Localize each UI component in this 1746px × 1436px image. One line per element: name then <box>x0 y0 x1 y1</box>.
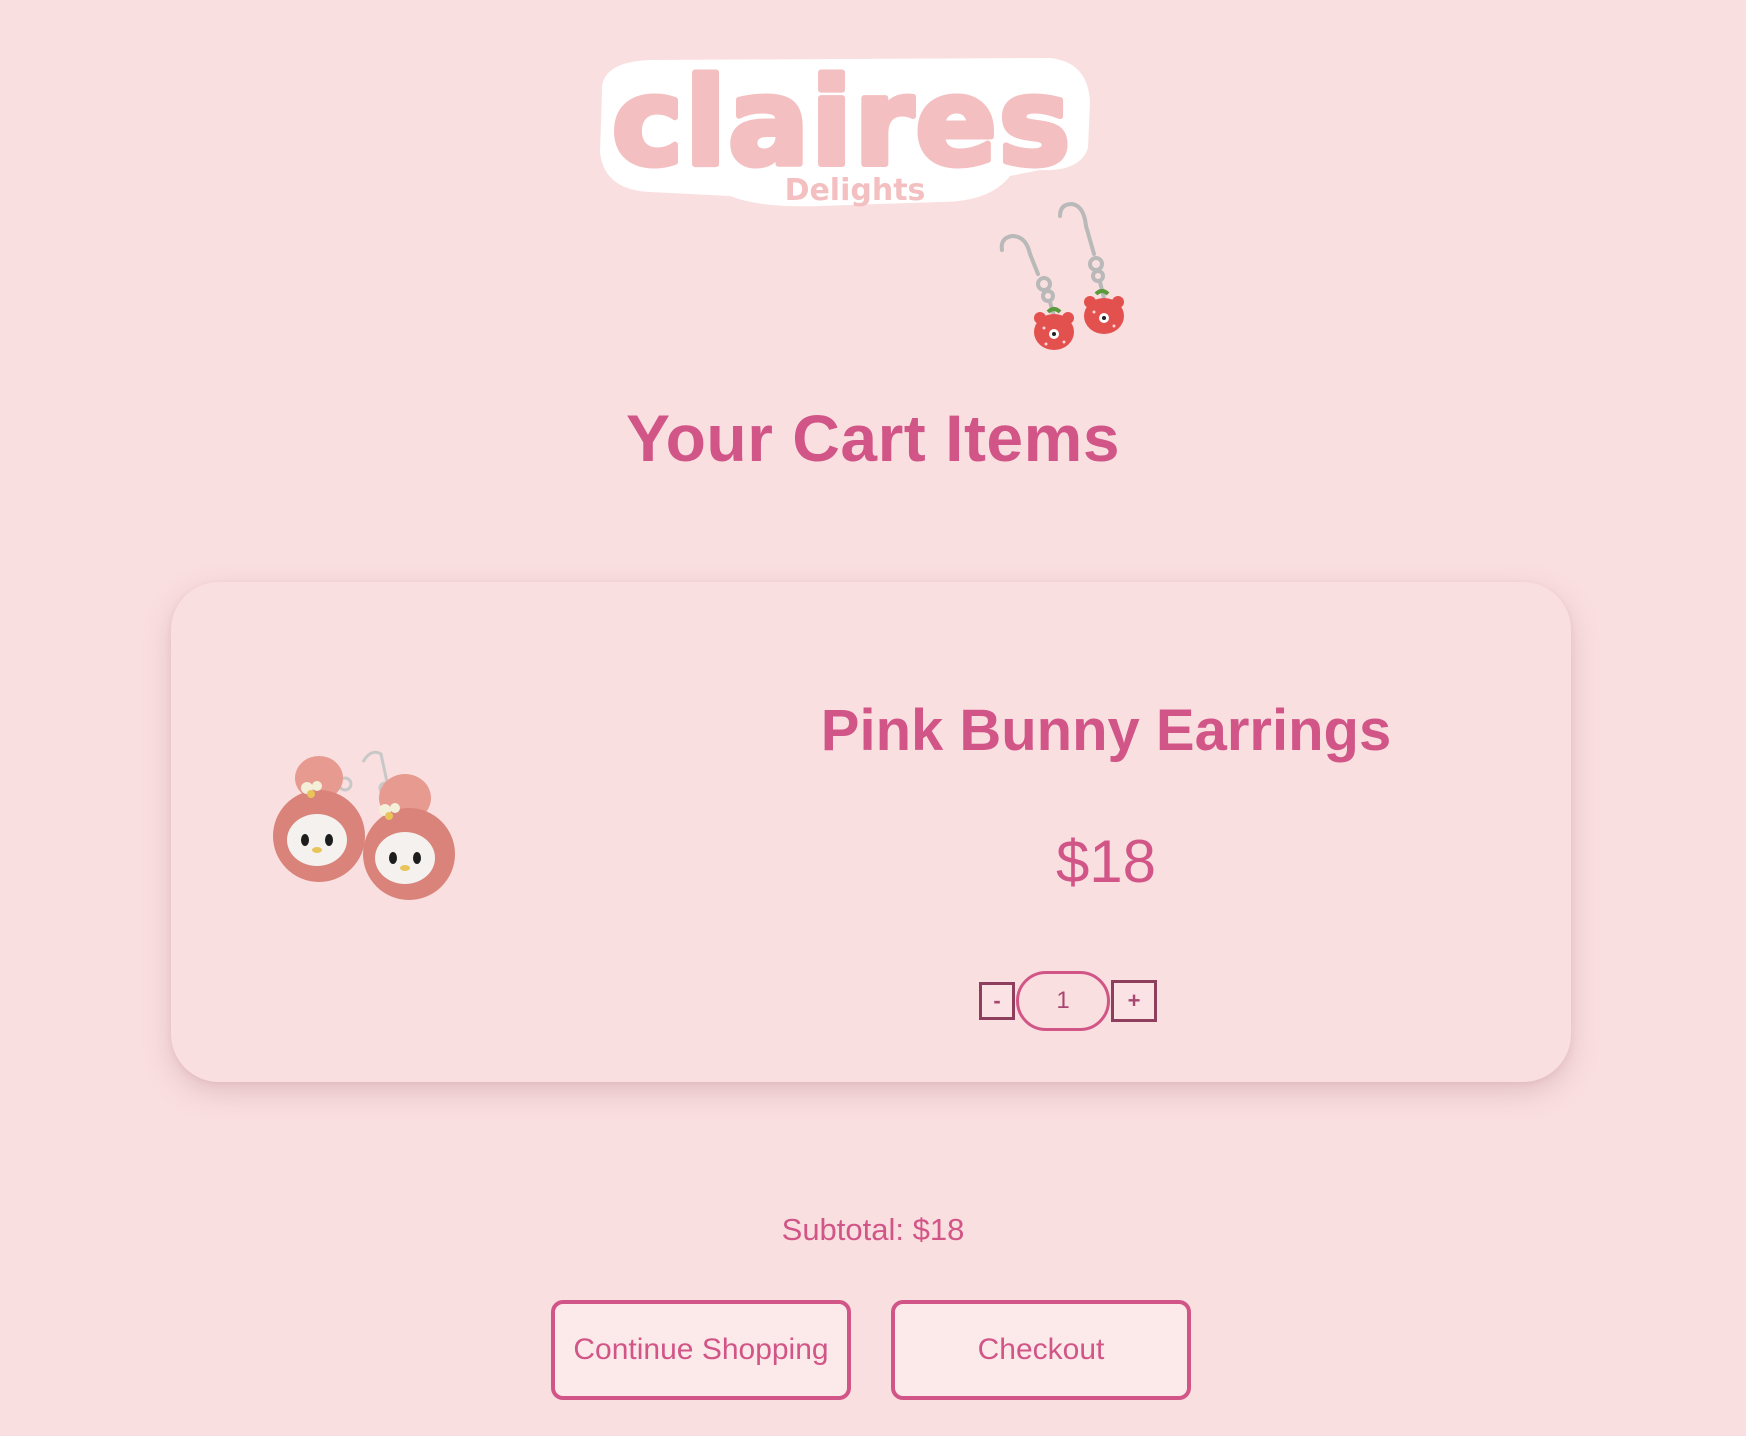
continue-shopping-button[interactable]: Continue Shopping <box>551 1300 851 1400</box>
subtotal-text: Subtotal: $18 <box>781 1212 965 1247</box>
cart-actions: Continue Shopping Checkout <box>551 1300 1191 1400</box>
cart-item-card: Pink Bunny Earrings $18 - + <box>171 582 1571 1082</box>
product-price: $18 <box>1055 828 1157 895</box>
quantity-input[interactable] <box>1016 971 1110 1031</box>
product-name: Pink Bunny Earrings <box>820 698 1392 763</box>
quantity-stepper: - + <box>979 970 1157 1032</box>
pink-bunny-earrings-icon[interactable] <box>263 742 463 902</box>
strawberry-bear-earrings-icon <box>999 201 1124 350</box>
decrement-button[interactable]: - <box>979 982 1015 1020</box>
page-title: Your Cart Items <box>625 401 1121 475</box>
increment-button[interactable]: + <box>1111 980 1157 1022</box>
logo-subtext: Delights <box>785 173 926 208</box>
claires-delights-logo[interactable]: claires Delights <box>580 52 1100 212</box>
checkout-button[interactable]: Checkout <box>891 1300 1191 1400</box>
